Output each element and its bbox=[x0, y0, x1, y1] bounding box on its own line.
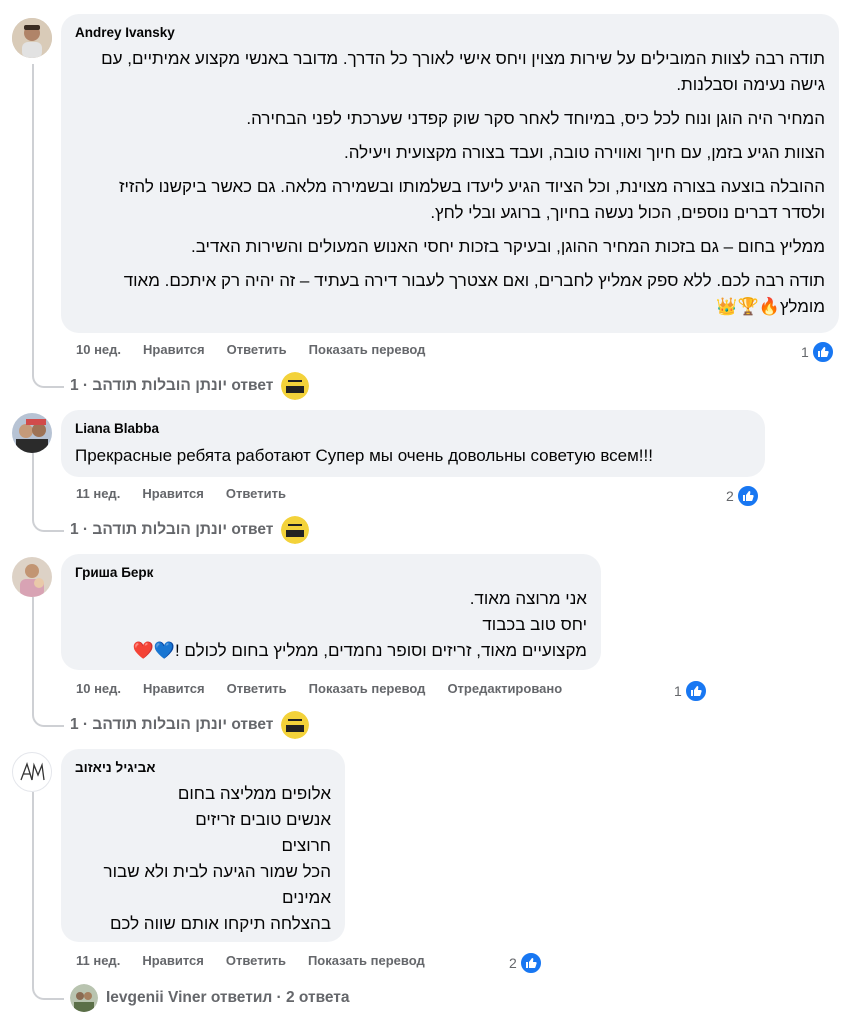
thread-elbow bbox=[32, 508, 64, 532]
comment-text: אלופים ממליצה בחום אנשים טובים זריזים חר… bbox=[75, 781, 331, 937]
translate-button[interactable]: Показать перевод bbox=[309, 681, 426, 696]
comment-paragraph: המחיר היה הוגן ונוח לכל כיס, במיוחד לאחר… bbox=[246, 109, 825, 128]
comment-line: אני מרוצה מאוד. bbox=[469, 589, 587, 608]
reaction-count[interactable]: 2 bbox=[509, 951, 543, 975]
comment-line: יחס טוב בכבוד bbox=[482, 615, 587, 634]
avatar[interactable] bbox=[12, 557, 52, 597]
comment-line: אלופים ממליצה בחום bbox=[177, 784, 331, 803]
thread-elbow bbox=[32, 976, 64, 1000]
comment-actions: 10 нед. Нравится Ответить Показать перев… bbox=[76, 342, 447, 357]
thumbs-up-icon bbox=[683, 679, 708, 703]
comment-actions: 10 нед. Нравится Ответить Показать перев… bbox=[76, 681, 584, 696]
reply-button[interactable]: Ответить bbox=[227, 681, 287, 696]
thread-line bbox=[32, 452, 34, 508]
page-avatar bbox=[281, 372, 310, 400]
reply-button[interactable]: Ответить bbox=[226, 486, 286, 501]
view-replies-link[interactable]: יונתן הובלות תודהב · 1 ответ bbox=[70, 516, 310, 544]
thread-elbow bbox=[32, 703, 64, 727]
comment-line: חרוצים bbox=[281, 836, 331, 855]
like-button[interactable]: Нравится bbox=[143, 681, 205, 696]
reply-button[interactable]: Ответить bbox=[226, 953, 286, 968]
reply-summary: יונתן הובלות תודהב · 1 ответ bbox=[70, 521, 274, 538]
thread-elbow bbox=[32, 364, 64, 388]
comment-paragraph: הצוות הגיע בזמן, עם חיוך ואווירה טובה, ו… bbox=[344, 143, 825, 162]
replier-avatar bbox=[70, 984, 98, 1012]
thread-line bbox=[32, 597, 34, 703]
avatar[interactable] bbox=[12, 752, 52, 792]
comment-paragraph: תודה רבה לכם. ללא ספק אמליץ לחברים, ואם … bbox=[123, 271, 825, 316]
comment-time[interactable]: 10 нед. bbox=[76, 342, 121, 357]
comment-time[interactable]: 11 нед. bbox=[76, 486, 120, 501]
edited-label[interactable]: Отредактировано bbox=[447, 681, 562, 696]
like-button[interactable]: Нравится bbox=[142, 486, 204, 501]
reaction-count[interactable]: 1 bbox=[674, 679, 708, 703]
comment-paragraph: תודה רבה לצוות המובילים על שירות מצוין ו… bbox=[101, 49, 825, 94]
reply-summary: יונתן הובלות תודהב · 1 ответ bbox=[70, 716, 274, 733]
reaction-count[interactable]: 1 bbox=[801, 340, 835, 364]
like-button[interactable]: Нравится bbox=[142, 953, 204, 968]
reply-summary: יונתן הובלות תודהב · 1 ответ bbox=[70, 377, 274, 394]
comment-paragraph: ממליץ בחום – גם בזכות המחיר ההוגן, ובעיק… bbox=[191, 237, 825, 256]
comment-bubble: Гриша Берк אני מרוצה מאוד. יחס טוב בכבוד… bbox=[61, 554, 601, 670]
reaction-number: 2 bbox=[509, 955, 517, 971]
comment-line: אמינים bbox=[282, 888, 331, 907]
thumbs-up-icon bbox=[810, 340, 835, 364]
comment-bubble: Liana Blabba Прекрасные ребята работают … bbox=[61, 410, 765, 477]
avatar[interactable] bbox=[12, 18, 52, 58]
reply-summary: Ievgenii Viner ответил · 2 ответа bbox=[106, 989, 350, 1006]
comment-paragraph: ההובלה בוצעה בצורה מצוינת, וכל הציוד הגי… bbox=[119, 177, 825, 222]
comment-text: אני מרוצה מאוד. יחס טוב בכבוד מקצועיים מ… bbox=[75, 586, 587, 664]
view-replies-link[interactable]: יונתן הובלות תודהב · 1 ответ bbox=[70, 372, 310, 400]
thumbs-up-icon bbox=[735, 484, 760, 508]
reaction-number: 2 bbox=[726, 488, 734, 504]
comment-actions: 11 нед. Нравится Ответить bbox=[76, 486, 308, 501]
thread-line bbox=[32, 64, 34, 364]
comment-line: בהצלחה תיקחו אותם שווה לכם bbox=[109, 914, 331, 933]
view-replies-link[interactable]: יונתן הובלות תודהב · 1 ответ bbox=[70, 711, 310, 739]
comment-line: אנשים טובים זריזים bbox=[195, 810, 331, 829]
page-avatar bbox=[281, 516, 310, 544]
thumbs-up-icon bbox=[518, 951, 543, 975]
reaction-number: 1 bbox=[801, 344, 809, 360]
comment-actions: 11 нед. Нравится Ответить Показать перев… bbox=[76, 953, 447, 968]
comment-author[interactable]: Гриша Берк bbox=[75, 564, 587, 582]
like-button[interactable]: Нравится bbox=[143, 342, 205, 357]
comment-bubble: Andrey Ivansky תודה רבה לצוות המובילים ע… bbox=[61, 14, 839, 333]
comment-time[interactable]: 10 нед. bbox=[76, 681, 121, 696]
comment-text: תודה רבה לצוות המובילים על שירות מצוין ו… bbox=[75, 46, 825, 320]
comment-time[interactable]: 11 нед. bbox=[76, 953, 120, 968]
comment-line: הכל שמור הגיעה לבית ולא שבור bbox=[103, 862, 331, 881]
reaction-count[interactable]: 2 bbox=[726, 484, 760, 508]
comment-line: מקצועיים מאוד, זריזים וסופר נחמדים, ממלי… bbox=[132, 641, 587, 660]
page-avatar bbox=[281, 711, 310, 739]
view-replies-link[interactable]: Ievgenii Viner ответил · 2 ответа bbox=[70, 984, 350, 1012]
reaction-number: 1 bbox=[674, 683, 682, 699]
thread-line bbox=[32, 792, 34, 976]
avatar[interactable] bbox=[12, 413, 52, 453]
translate-button[interactable]: Показать перевод bbox=[308, 953, 425, 968]
reply-button[interactable]: Ответить bbox=[227, 342, 287, 357]
comment-author[interactable]: אביגיל ניאזוב bbox=[75, 759, 331, 777]
comment-author[interactable]: Andrey Ivansky bbox=[75, 24, 825, 42]
translate-button[interactable]: Показать перевод bbox=[309, 342, 426, 357]
comment-text: Прекрасные ребята работают Супер мы очен… bbox=[75, 446, 653, 465]
comment-author[interactable]: Liana Blabba bbox=[75, 420, 751, 438]
comment-bubble: אביגיל ניאזוב אלופים ממליצה בחום אנשים ט… bbox=[61, 749, 345, 942]
